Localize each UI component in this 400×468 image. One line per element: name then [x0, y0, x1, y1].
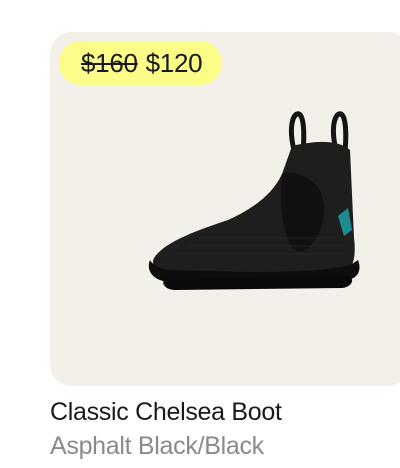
product-name[interactable]: Classic Chelsea Boot: [50, 398, 282, 427]
original-price: $160: [81, 47, 138, 78]
product-color: Asphalt Black/Black: [50, 432, 264, 460]
price-badge: $160 $120: [59, 41, 223, 85]
product-card[interactable]: $160 $120: [50, 32, 400, 386]
chelsea-boot-image: [148, 111, 360, 290]
sale-price: $120: [145, 47, 203, 78]
